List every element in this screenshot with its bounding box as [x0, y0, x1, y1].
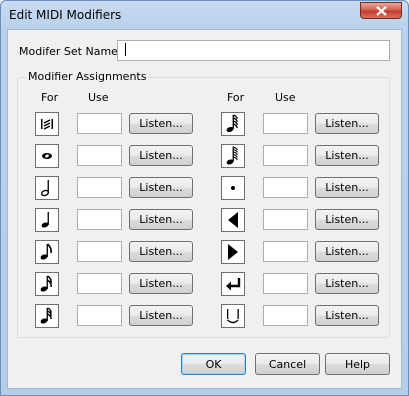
use-field[interactable]	[77, 145, 122, 166]
listen-button[interactable]: Listen...	[315, 145, 379, 166]
group-title: Modifier Assignments	[26, 70, 149, 83]
use-field[interactable]	[263, 273, 308, 294]
listen-button[interactable]: Listen...	[129, 241, 193, 262]
col-header-use-right: Use	[275, 91, 296, 104]
listen-button[interactable]: Listen...	[315, 113, 379, 134]
listen-button[interactable]: Listen...	[129, 113, 193, 134]
cancel-button[interactable]: Cancel	[255, 353, 320, 375]
crescendo-icon[interactable]	[221, 240, 245, 264]
use-field[interactable]	[77, 113, 122, 134]
listen-button[interactable]: Listen...	[315, 305, 379, 326]
set-name-label: Modifer Set Name:	[19, 45, 122, 58]
help-button[interactable]: Help	[325, 353, 390, 375]
text-cursor	[125, 43, 126, 56]
use-field[interactable]	[77, 305, 122, 326]
close-icon	[376, 6, 387, 16]
listen-button[interactable]: Listen...	[315, 273, 379, 294]
ok-button[interactable]: OK	[181, 353, 246, 375]
use-field[interactable]	[263, 209, 308, 230]
listen-button[interactable]: Listen...	[129, 209, 193, 230]
col-header-use-left: Use	[88, 91, 109, 104]
use-field[interactable]	[77, 273, 122, 294]
half-note-icon[interactable]	[35, 176, 59, 200]
use-field[interactable]	[263, 305, 308, 326]
listen-button[interactable]: Listen...	[129, 305, 193, 326]
sixty-fourth-note-icon[interactable]	[221, 112, 245, 136]
listen-button[interactable]: Listen...	[129, 145, 193, 166]
return-arrow-icon[interactable]	[221, 272, 245, 296]
use-field[interactable]	[263, 145, 308, 166]
listen-button[interactable]: Listen...	[315, 241, 379, 262]
sixteenth-note-icon[interactable]	[35, 272, 59, 296]
window-title: Edit MIDI Modifiers	[9, 8, 122, 22]
title-bar: Edit MIDI Modifiers	[1, 1, 408, 28]
thirty-second-note-icon[interactable]	[35, 304, 59, 328]
decrescendo-icon[interactable]	[221, 208, 245, 232]
listen-button[interactable]: Listen...	[315, 209, 379, 230]
use-field[interactable]	[77, 177, 122, 198]
tie-icon[interactable]	[221, 304, 245, 328]
quarter-note-icon[interactable]	[35, 208, 59, 232]
staccato-dot-icon[interactable]	[221, 176, 245, 200]
listen-button[interactable]: Listen...	[129, 177, 193, 198]
col-header-for-right: For	[227, 91, 245, 104]
use-field[interactable]	[77, 241, 122, 262]
use-field[interactable]	[263, 177, 308, 198]
use-field[interactable]	[263, 241, 308, 262]
listen-button[interactable]: Listen...	[129, 273, 193, 294]
col-header-for-left: For	[41, 91, 59, 104]
use-field[interactable]	[263, 113, 308, 134]
listen-button[interactable]: Listen...	[315, 177, 379, 198]
whole-note-icon[interactable]	[35, 144, 59, 168]
set-name-input[interactable]	[117, 40, 390, 61]
tremolo-measured-icon[interactable]	[35, 112, 59, 136]
eighth-note-icon[interactable]	[35, 240, 59, 264]
hundred-twenty-eighth-note-icon[interactable]	[221, 144, 245, 168]
use-field[interactable]	[77, 209, 122, 230]
close-button[interactable]	[360, 2, 402, 19]
